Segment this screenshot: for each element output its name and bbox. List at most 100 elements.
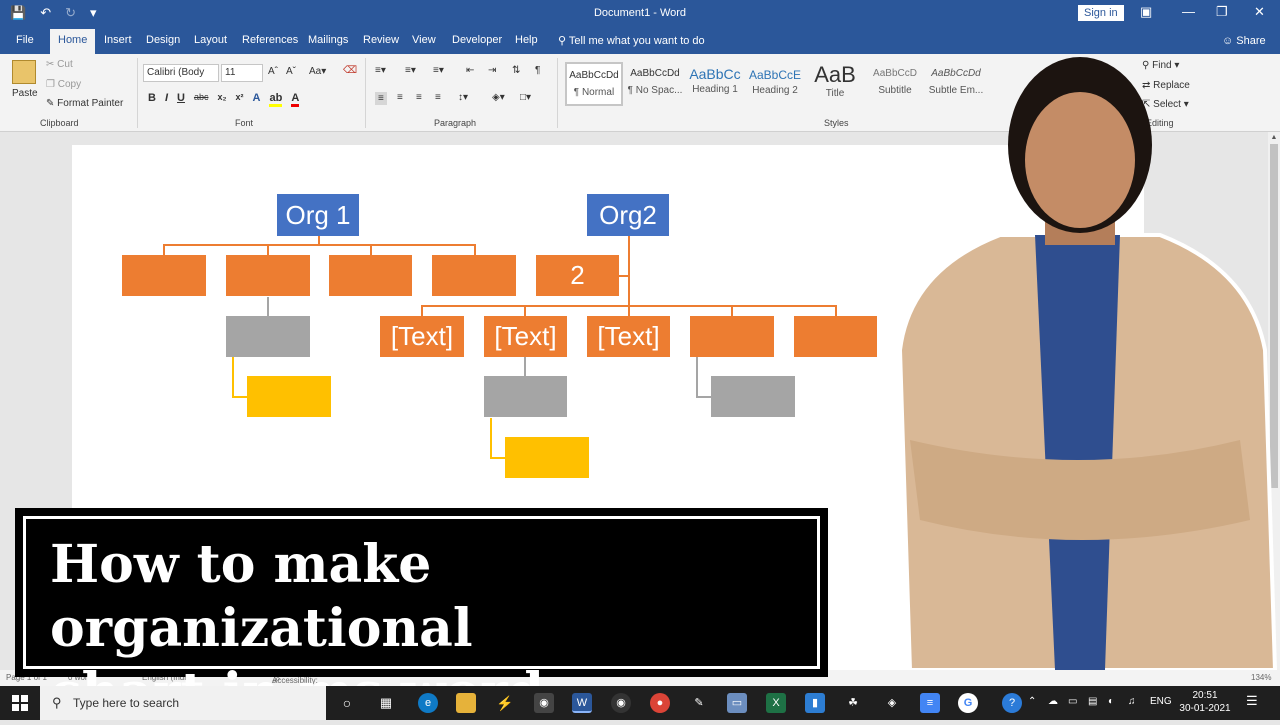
- tab-file[interactable]: File: [16, 34, 34, 46]
- font-color-icon[interactable]: A: [291, 92, 300, 107]
- highlight-icon[interactable]: ab: [269, 92, 283, 107]
- style-normal[interactable]: AaBbCcDd ¶ Normal: [565, 62, 623, 106]
- clear-formatting-icon[interactable]: ⌫: [343, 65, 357, 76]
- org-node[interactable]: [122, 255, 206, 296]
- increase-indent-icon[interactable]: ⇥: [488, 65, 496, 76]
- close-icon[interactable]: ✕: [1254, 4, 1265, 20]
- org-node[interactable]: [690, 316, 774, 357]
- app-pen-icon[interactable]: ✎: [689, 693, 709, 713]
- justify-icon[interactable]: ≡: [435, 92, 441, 103]
- bullets-icon[interactable]: ≡▾: [375, 65, 386, 76]
- app-bolt-icon[interactable]: ⚡: [495, 693, 515, 713]
- edge-icon[interactable]: e: [418, 693, 438, 713]
- org-node-text[interactable]: [Text]: [587, 316, 670, 357]
- tray-overflow-icon[interactable]: ⌃: [1028, 696, 1036, 707]
- tab-design[interactable]: Design: [146, 34, 180, 46]
- org-node[interactable]: [711, 376, 795, 417]
- language-indicator[interactable]: ENG: [1150, 696, 1172, 707]
- ribbon-display-options-icon[interactable]: ▣: [1140, 4, 1152, 20]
- tab-help[interactable]: Help: [515, 34, 538, 46]
- org-node-text[interactable]: [Text]: [484, 316, 567, 357]
- tab-mailings[interactable]: Mailings: [308, 34, 348, 46]
- grow-font-icon[interactable]: Aˆ: [268, 66, 278, 77]
- google-icon[interactable]: G: [958, 693, 978, 713]
- zoom-level[interactable]: 134%: [1251, 673, 1271, 682]
- org-node-org2[interactable]: Org2: [587, 194, 669, 236]
- borders-icon[interactable]: □▾: [520, 92, 531, 103]
- tab-layout[interactable]: Layout: [194, 34, 227, 46]
- excel-icon[interactable]: X: [766, 693, 786, 713]
- taskbar-search-box[interactable]: ⚲ Type here to search: [40, 686, 326, 720]
- org-node-text[interactable]: [Text]: [380, 316, 464, 357]
- tab-developer[interactable]: Developer: [452, 34, 502, 46]
- app-monitor-icon[interactable]: ▮: [805, 693, 825, 713]
- format-painter-button[interactable]: ✎ Format Painter: [46, 98, 123, 109]
- underline-icon[interactable]: U: [177, 92, 185, 107]
- sort-icon[interactable]: ⇅: [512, 65, 520, 76]
- windows-start-icon[interactable]: [12, 695, 28, 711]
- org-node[interactable]: [329, 255, 412, 296]
- tell-me-search[interactable]: ⚲ Tell me what you want to do: [558, 34, 705, 47]
- maximize-icon[interactable]: ❐: [1216, 4, 1228, 20]
- subscript-icon[interactable]: x₂: [217, 92, 226, 107]
- change-case-icon[interactable]: Aa▾: [309, 66, 326, 77]
- italic-icon[interactable]: I: [165, 92, 168, 107]
- notification-icon[interactable]: ☰: [1246, 693, 1258, 709]
- tab-insert[interactable]: Insert: [104, 34, 132, 46]
- shading-icon[interactable]: ◈▾: [492, 92, 505, 103]
- battery-icon[interactable]: ▭: [1068, 696, 1077, 707]
- cortana-icon[interactable]: ○: [337, 693, 357, 713]
- tab-home[interactable]: Home: [50, 29, 96, 54]
- network-icon[interactable]: ▤: [1088, 696, 1097, 707]
- font-size-select[interactable]: 11: [221, 64, 263, 82]
- org-node-org1[interactable]: Org 1: [277, 194, 359, 236]
- style-heading-2[interactable]: AaBbCcE Heading 2: [746, 62, 804, 106]
- app-bag-icon[interactable]: ◈: [882, 693, 902, 713]
- paste-button[interactable]: Paste: [12, 88, 38, 99]
- chrome-icon[interactable]: ●: [650, 693, 670, 713]
- style-title[interactable]: AaB Title: [806, 62, 864, 106]
- font-name-select[interactable]: Calibri (Body: [143, 64, 219, 82]
- org-node[interactable]: [484, 376, 567, 417]
- style-no-spacing[interactable]: AaBbCcDd ¶ No Spac...: [626, 62, 684, 106]
- strikethrough-icon[interactable]: abc: [194, 92, 209, 107]
- org-node[interactable]: [247, 376, 331, 417]
- multilevel-list-icon[interactable]: ≡▾: [433, 65, 444, 76]
- app-window-icon[interactable]: ▭: [727, 693, 747, 713]
- align-right-icon[interactable]: ≡: [416, 92, 422, 103]
- show-marks-icon[interactable]: ¶: [535, 65, 540, 76]
- align-center-icon[interactable]: ≡: [397, 92, 403, 103]
- paste-icon[interactable]: [12, 60, 36, 84]
- line-spacing-icon[interactable]: ↕▾: [458, 92, 468, 103]
- style-heading-1[interactable]: AaBbCc Heading 1: [686, 62, 744, 106]
- volume-icon[interactable]: ♫: [1128, 696, 1136, 707]
- wifi-icon[interactable]: ◐: [1108, 696, 1114, 707]
- file-explorer-icon[interactable]: [456, 693, 476, 713]
- align-left-icon[interactable]: ≡: [375, 92, 387, 105]
- cut-button[interactable]: ✂ Cut: [46, 59, 73, 70]
- word-taskbar-icon[interactable]: W: [572, 693, 592, 713]
- tab-view[interactable]: View: [412, 34, 436, 46]
- task-view-icon[interactable]: ▦: [376, 693, 396, 713]
- org-node[interactable]: [226, 255, 310, 296]
- docs-icon[interactable]: ≡: [920, 693, 940, 713]
- sign-in-button[interactable]: Sign in: [1078, 5, 1124, 21]
- obs-icon[interactable]: ◉: [611, 693, 631, 713]
- decrease-indent-icon[interactable]: ⇤: [466, 65, 474, 76]
- tab-references[interactable]: References: [242, 34, 298, 46]
- superscript-icon[interactable]: x²: [236, 92, 244, 107]
- text-effects-icon[interactable]: A: [253, 92, 261, 107]
- org-node[interactable]: [505, 437, 589, 478]
- onedrive-icon[interactable]: ☁: [1048, 696, 1058, 707]
- shrink-font-icon[interactable]: Aˇ: [286, 66, 296, 77]
- org-node-assistant[interactable]: 2: [536, 255, 619, 296]
- camera-icon[interactable]: ◉: [534, 693, 554, 713]
- minimize-icon[interactable]: —: [1182, 4, 1195, 19]
- tab-review[interactable]: Review: [363, 34, 399, 46]
- copy-button[interactable]: ❐ Copy: [46, 79, 81, 90]
- app-paw-icon[interactable]: ☘: [843, 693, 863, 713]
- bold-icon[interactable]: B: [148, 92, 156, 107]
- system-clock[interactable]: 20:51 30-01-2021: [1176, 689, 1234, 715]
- numbering-icon[interactable]: ≡▾: [405, 65, 416, 76]
- org-node[interactable]: [432, 255, 516, 296]
